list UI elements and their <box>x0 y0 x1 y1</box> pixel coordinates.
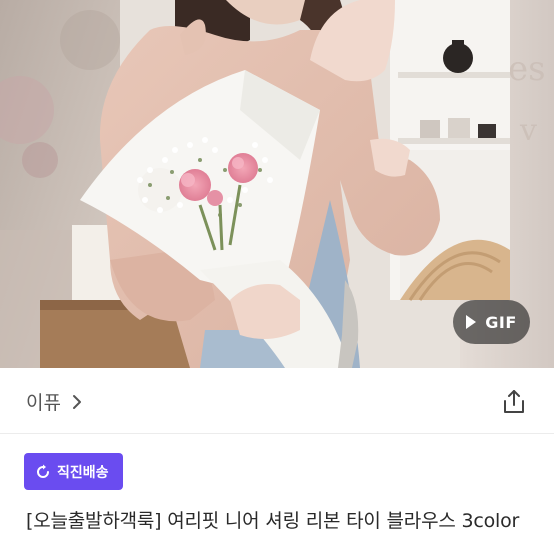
share-button[interactable] <box>500 388 528 416</box>
chevron-right-icon <box>72 394 81 409</box>
seller-row: 이퓨 <box>0 368 554 434</box>
product-title: [오늘출발하객룩] 여리핏 니어 셔링 리본 타이 블라우스 3color <box>26 510 520 532</box>
direct-shipping-badge: 직진배송 <box>24 453 123 490</box>
gif-badge[interactable]: GIF <box>453 300 530 344</box>
product-photo[interactable]: es v GIF <box>0 0 554 368</box>
play-icon <box>466 315 477 329</box>
seller-link[interactable]: 이퓨 <box>26 388 85 415</box>
badge-label: 직진배송 <box>57 464 109 481</box>
refresh-icon <box>37 464 49 478</box>
seller-name: 이퓨 <box>26 392 61 414</box>
gif-label: GIF <box>485 312 517 332</box>
svg-text:es: es <box>508 49 546 89</box>
svg-text:v: v <box>519 113 537 148</box>
share-icon <box>504 390 524 413</box>
